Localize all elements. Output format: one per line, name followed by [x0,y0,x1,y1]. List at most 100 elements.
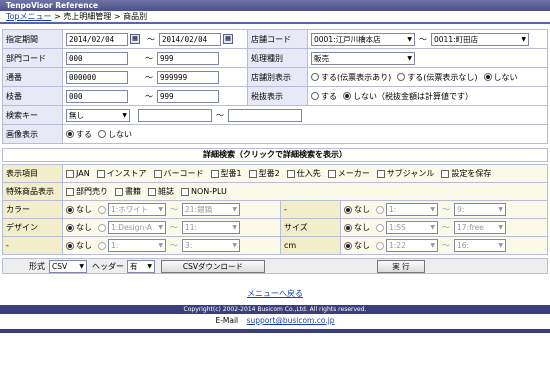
search-key-from-input[interactable] [138,108,212,122]
checkbox-icon [286,169,295,178]
item-checkbox[interactable]: 型番1 [210,168,242,179]
attr2-to-select[interactable]: 9: ▼ [454,203,506,216]
size-to-value: 17:free [457,223,484,232]
period-to-input[interactable]: 2014/02/04 [159,32,221,46]
item-checkbox[interactable]: サブジャンル [376,168,434,179]
back-to-menu-link[interactable]: メニューへ戻る [247,289,303,298]
attr3-from-value: 1: [111,241,119,250]
image-display-option-1[interactable]: する [66,129,92,140]
item-checkbox[interactable]: インストア [96,168,147,179]
branch-label: 枝番 [3,87,63,106]
range-tilde: ～ [147,34,155,44]
radio-icon[interactable] [376,205,384,214]
chevron-down-icon: ▼ [430,242,435,249]
store-display-option-1[interactable]: する(伝票表示あり) [311,72,391,83]
tax-display-option-2[interactable]: しない（税抜金額は計算値です） [343,91,473,102]
serial-to-input[interactable]: 999999 [157,70,219,84]
radio-selected-icon [343,92,351,100]
radio-icon[interactable] [98,241,106,250]
special-checkbox[interactable]: NON-PLU [181,187,227,196]
store-display-option-3[interactable]: しない [483,72,518,83]
format-select[interactable]: CSV ▼ [49,259,87,273]
range-tilde: ～ [216,110,224,120]
design-to-select[interactable]: 11: ▼ [182,221,240,234]
color-none-radio[interactable]: なし [66,204,92,215]
branch-to-input[interactable]: 999 [157,89,219,103]
size-from-select[interactable]: 1:SS ▼ [386,221,438,234]
radio-selected-icon [66,130,74,138]
format-label: 形式 [29,261,45,271]
action-bar: 形式 CSV ▼ ヘッダー 有 ▼ CSVダウンロード 実 行 [2,258,548,274]
save-settings-label: 設定を保存 [451,169,492,178]
store-to-select[interactable]: 0011:町田店 ▼ [431,32,529,46]
size-to-select[interactable]: 17:free ▼ [454,221,506,234]
process-type-select[interactable]: 販売 ▼ [311,51,415,65]
special-checkbox[interactable]: 書籍 [115,186,141,197]
special-label: 雑誌 [158,187,174,196]
design-from-select[interactable]: 1:Design-A ▼ [108,221,166,234]
save-settings-checkbox[interactable]: 設定を保存 [441,168,491,179]
search-key-select[interactable]: 無し ▼ [66,108,130,122]
item-checkbox[interactable]: 型番2 [248,168,280,179]
color-to-select[interactable]: 21:銀鍋 ▼ [182,203,240,216]
store-display-option-1-label: する(伝票表示あり) [321,72,392,82]
search-key-label: 検索キー [3,106,63,125]
branch-from-input[interactable]: 000 [66,89,128,103]
radio-icon[interactable] [376,223,384,232]
period-field: 2014/02/04 ▦ ～ 2014/02/04 ▦ [63,30,248,49]
image-display-option-2[interactable]: しない [98,129,132,140]
item-label: バーコード [163,169,204,178]
detail-search-toggle[interactable]: 詳細検索（クリックで詳細検索を表示） [2,148,548,162]
attr2-none-radio[interactable]: なし [344,204,370,215]
range-tilde: ～ [145,53,153,63]
email-link[interactable]: support@busicom.co.jp [247,316,335,325]
attr3-none-radio[interactable]: なし [66,240,92,251]
header-select[interactable]: 有 ▼ [127,259,155,273]
breadcrumb-top-link[interactable]: Topメニュー [6,12,52,21]
checkbox-icon [327,169,336,178]
special-label: 部門売り [76,187,108,196]
item-checkbox[interactable]: メーカー [327,168,370,179]
color-from-select[interactable]: 1:ホワイト ▼ [108,203,166,216]
cm-to-select[interactable]: 16: ▼ [454,239,506,252]
radio-icon[interactable] [98,223,106,232]
item-checkbox[interactable]: バーコード [153,168,204,179]
tax-display-option-1[interactable]: する [311,91,337,102]
attr3-from-select[interactable]: 1: ▼ [108,239,166,252]
special-checkbox[interactable]: 部門売り [66,186,108,197]
chevron-down-icon: ▼ [232,242,237,249]
radio-selected-icon [66,205,74,214]
size-none-radio[interactable]: なし [344,222,370,233]
calendar-icon[interactable]: ▦ [223,34,233,44]
item-checkbox[interactable]: JAN [66,169,90,178]
radio-selected-icon [66,223,74,232]
attr2-field: なし 1: ▼ ～ 9: ▼ [341,201,548,219]
period-from-input[interactable]: 2014/02/04 [66,32,128,46]
item-checkbox[interactable]: 仕入先 [286,168,321,179]
checkbox-icon [66,169,74,178]
design-none-radio[interactable]: なし [66,222,92,233]
csv-download-button[interactable]: CSVダウンロード [161,259,265,273]
cm-from-select[interactable]: 1:22 ▼ [386,239,438,252]
special-label: NON-PLU [191,187,227,196]
special-checkbox[interactable]: 雑誌 [148,186,174,197]
attr3-label: - [3,237,63,255]
store-display-option-2[interactable]: する(伝票表示なし) [397,72,478,83]
attr2-from-select[interactable]: 1: ▼ [386,203,438,216]
cm-none-radio[interactable]: なし [344,240,370,251]
image-display-option-1-label: する [76,129,92,139]
dept-code-label: 部門コード [3,49,63,68]
dept-to-input[interactable]: 999 [157,51,219,65]
dept-from-input[interactable]: 000 [66,51,128,65]
attr3-to-select[interactable]: 3: ▼ [182,239,240,252]
radio-icon[interactable] [376,241,384,250]
run-button[interactable]: 実 行 [377,259,425,273]
checkbox-icon [66,187,74,196]
radio-icon[interactable] [98,205,106,214]
store-display-option-3-label: しない [493,72,518,82]
store-from-select[interactable]: 0001:江戸川橋本店 ▼ [311,32,415,46]
search-key-to-input[interactable] [228,108,302,122]
calendar-icon[interactable]: ▦ [130,34,140,44]
special-goods-field: 部門売り 書籍 雑誌 NON-PLU [63,183,548,201]
serial-from-input[interactable]: 000000 [66,70,128,84]
